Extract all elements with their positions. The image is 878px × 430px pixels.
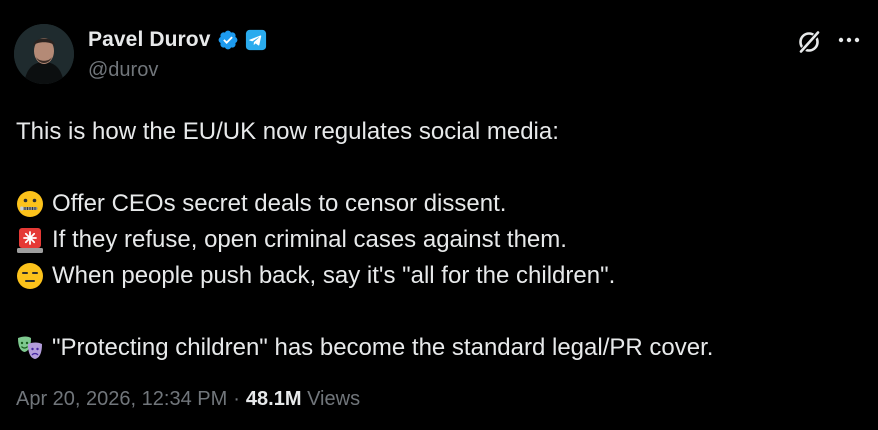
author-name-row: Pavel Durov [88,28,267,52]
tweet-line-text: "Protecting children" has become the sta… [52,334,714,361]
verified-badge-icon[interactable] [217,29,239,51]
tweet-line-refuse: If they refuse, open criminal cases agai… [16,222,866,258]
expressionless-face-emoji [16,262,44,290]
tweet-meta: Apr 20, 2026, 12:34 PM · 48.1M Views [16,388,360,411]
performing-arts-emoji [16,334,44,362]
avatar[interactable] [14,24,74,84]
zipper-mouth-face-emoji [16,190,44,218]
tweet-line-text: Offer CEOs secret deals to censor dissen… [52,190,507,217]
author-handle[interactable]: @durov [88,59,158,82]
police-light-emoji [16,226,44,254]
views-count: 48.1M [245,388,302,410]
tweet-card: Pavel Durov @durov This is how the EU/UK… [0,0,878,430]
meta-separator: · [233,388,240,410]
tweet-line-text: If they refuse, open criminal cases agai… [52,226,567,253]
tweet-text: This is how the EU/UK now regulates soci… [16,114,866,366]
tweet-line-pushback: When people push back, say it's "all for… [16,258,866,294]
grok-icon[interactable] [795,28,823,56]
telegram-icon[interactable] [245,29,267,51]
tweet-line-text: When people push back, say it's "all for… [52,262,616,289]
tweet-line-protecting: "Protecting children" has become the sta… [16,330,866,366]
tweet-line-offer: Offer CEOs secret deals to censor dissen… [16,186,866,222]
tweet-line-text: This is how the EU/UK now regulates soci… [16,118,559,145]
more-icon[interactable] [836,30,862,50]
tweet-timestamp[interactable]: Apr 20, 2026, 12:34 PM [16,388,227,410]
tweet-line-intro: This is how the EU/UK now regulates soci… [16,114,866,150]
views-label: Views [307,388,361,410]
avatar-photo [14,24,74,84]
author-display-name[interactable]: Pavel Durov [88,28,211,52]
